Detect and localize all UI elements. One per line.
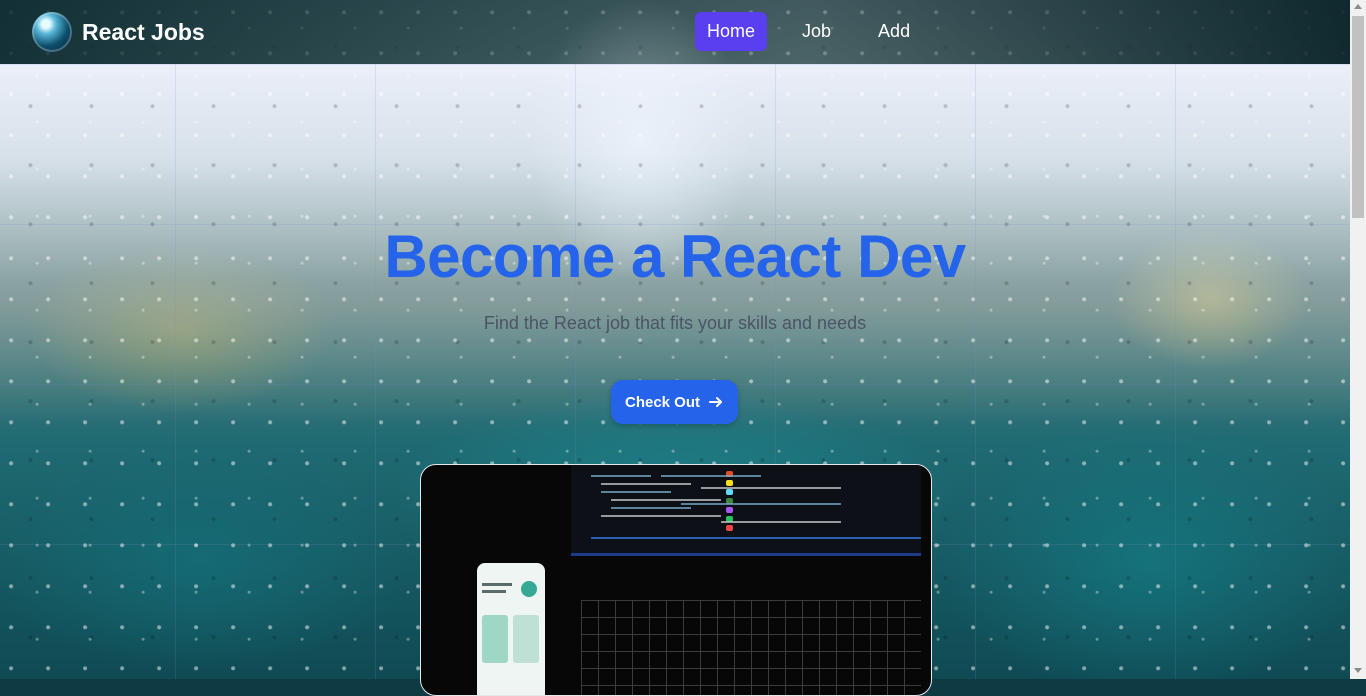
arrow-right-icon [709, 397, 722, 407]
hero-title: Become a React Dev [384, 223, 966, 290]
scroll-down-arrow-icon[interactable] [1354, 668, 1362, 673]
react-jobs-logo-icon [32, 12, 72, 52]
check-out-button[interactable]: Check Out [611, 380, 738, 424]
hero-subtitle: Find the React job that fits your skills… [483, 313, 867, 333]
nav-link-job[interactable]: Job [790, 12, 843, 51]
top-navbar: React Jobs Home Job Add [0, 0, 1350, 64]
check-out-label: Check Out [624, 393, 700, 411]
nav-links: Home Job Add [695, 12, 922, 51]
scroll-thumb[interactable] [1352, 16, 1364, 218]
brand[interactable]: React Jobs [32, 12, 205, 52]
phone-mockup [477, 563, 545, 695]
laptop-keyboard [581, 600, 921, 695]
brand-name: React Jobs [82, 18, 205, 45]
nav-link-home[interactable]: Home [695, 12, 768, 51]
scroll-up-arrow-icon[interactable] [1354, 4, 1362, 9]
virus-icon [521, 581, 537, 597]
editor-sidebar-icons [726, 471, 734, 541]
vertical-scrollbar[interactable] [1350, 0, 1366, 679]
laptop-screen [571, 465, 921, 553]
laptop-hero-image [420, 464, 932, 696]
nav-link-add[interactable]: Add [866, 12, 922, 51]
